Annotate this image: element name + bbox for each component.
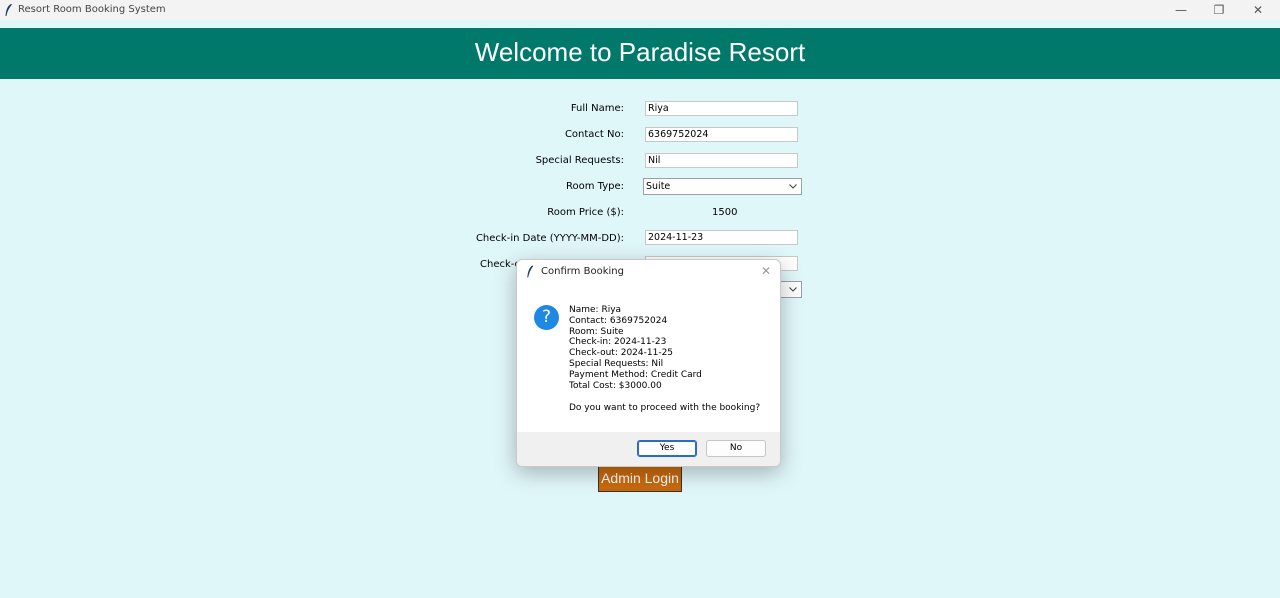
dialog-close-icon[interactable]: ✕ bbox=[761, 264, 771, 278]
page-title: Welcome to Paradise Resort bbox=[474, 37, 806, 67]
feather-icon bbox=[527, 265, 534, 278]
no-button[interactable]: No bbox=[706, 440, 766, 457]
room-type-label: Room Type: bbox=[566, 181, 624, 192]
confirm-question: Do you want to proceed with the booking? bbox=[569, 403, 761, 413]
dialog-title-bar: Confirm Booking ✕ bbox=[517, 260, 780, 285]
feather-icon bbox=[5, 4, 12, 16]
summary-line: Name: Riya bbox=[569, 305, 622, 315]
summary-line: Total Cost: $3000.00 bbox=[569, 380, 662, 391]
checkin-input[interactable]: 2024-11-23 bbox=[645, 230, 798, 245]
special-requests-input[interactable]: Nil bbox=[645, 153, 798, 168]
window-title: Resort Room Booking System bbox=[18, 4, 166, 15]
chevron-down-icon bbox=[789, 184, 797, 189]
special-requests-label: Special Requests: bbox=[535, 155, 624, 166]
room-price-value: 1500 bbox=[712, 207, 738, 218]
summary-line: Check-in: 2024-11-23 bbox=[569, 337, 667, 348]
question-icon: ? bbox=[534, 305, 559, 330]
checkin-label: Check-in Date (YYYY-MM-DD): bbox=[475, 233, 624, 244]
chevron-down-icon bbox=[789, 287, 797, 292]
contact-label: Contact No: bbox=[564, 129, 624, 140]
summary-line: Room: Suite bbox=[569, 326, 624, 337]
room-type-select[interactable]: Suite bbox=[643, 178, 802, 195]
checkout-label: Check-o bbox=[480, 259, 521, 270]
contact-input[interactable]: 6369752024 bbox=[645, 127, 798, 142]
full-name-input[interactable]: Riya bbox=[645, 101, 798, 116]
yes-button[interactable]: Yes bbox=[637, 440, 697, 457]
confirm-booking-dialog: Confirm Booking ✕ ? Name: Riya Contact: … bbox=[516, 259, 781, 467]
room-price-label: Room Price ($): bbox=[547, 207, 624, 218]
room-type-value: Suite bbox=[646, 181, 671, 192]
admin-login-button[interactable]: Admin Login bbox=[598, 465, 682, 492]
summary-line: Special Requests: Nil bbox=[569, 358, 664, 369]
dialog-title: Confirm Booking bbox=[541, 266, 624, 277]
page-header: Welcome to Paradise Resort bbox=[0, 28, 1280, 79]
restore-icon[interactable]: ❐ bbox=[1200, 0, 1238, 20]
dialog-button-bar: Yes No bbox=[517, 432, 780, 466]
minimize-icon[interactable]: — bbox=[1162, 0, 1200, 20]
summary-line: Contact: 6369752024 bbox=[569, 315, 668, 326]
summary-line: Payment Method: Credit Card bbox=[569, 369, 702, 380]
full-name-label: Full Name: bbox=[570, 103, 624, 114]
summary-line: Check-out: 2024-11-25 bbox=[569, 348, 674, 359]
close-icon[interactable]: ✕ bbox=[1239, 0, 1277, 20]
booking-summary: Name: Riya Contact: 6369752024 Room: Sui… bbox=[569, 305, 702, 391]
window-title-bar: Resort Room Booking System — ❐ ✕ bbox=[0, 0, 1280, 21]
header-spacer bbox=[0, 20, 1280, 28]
